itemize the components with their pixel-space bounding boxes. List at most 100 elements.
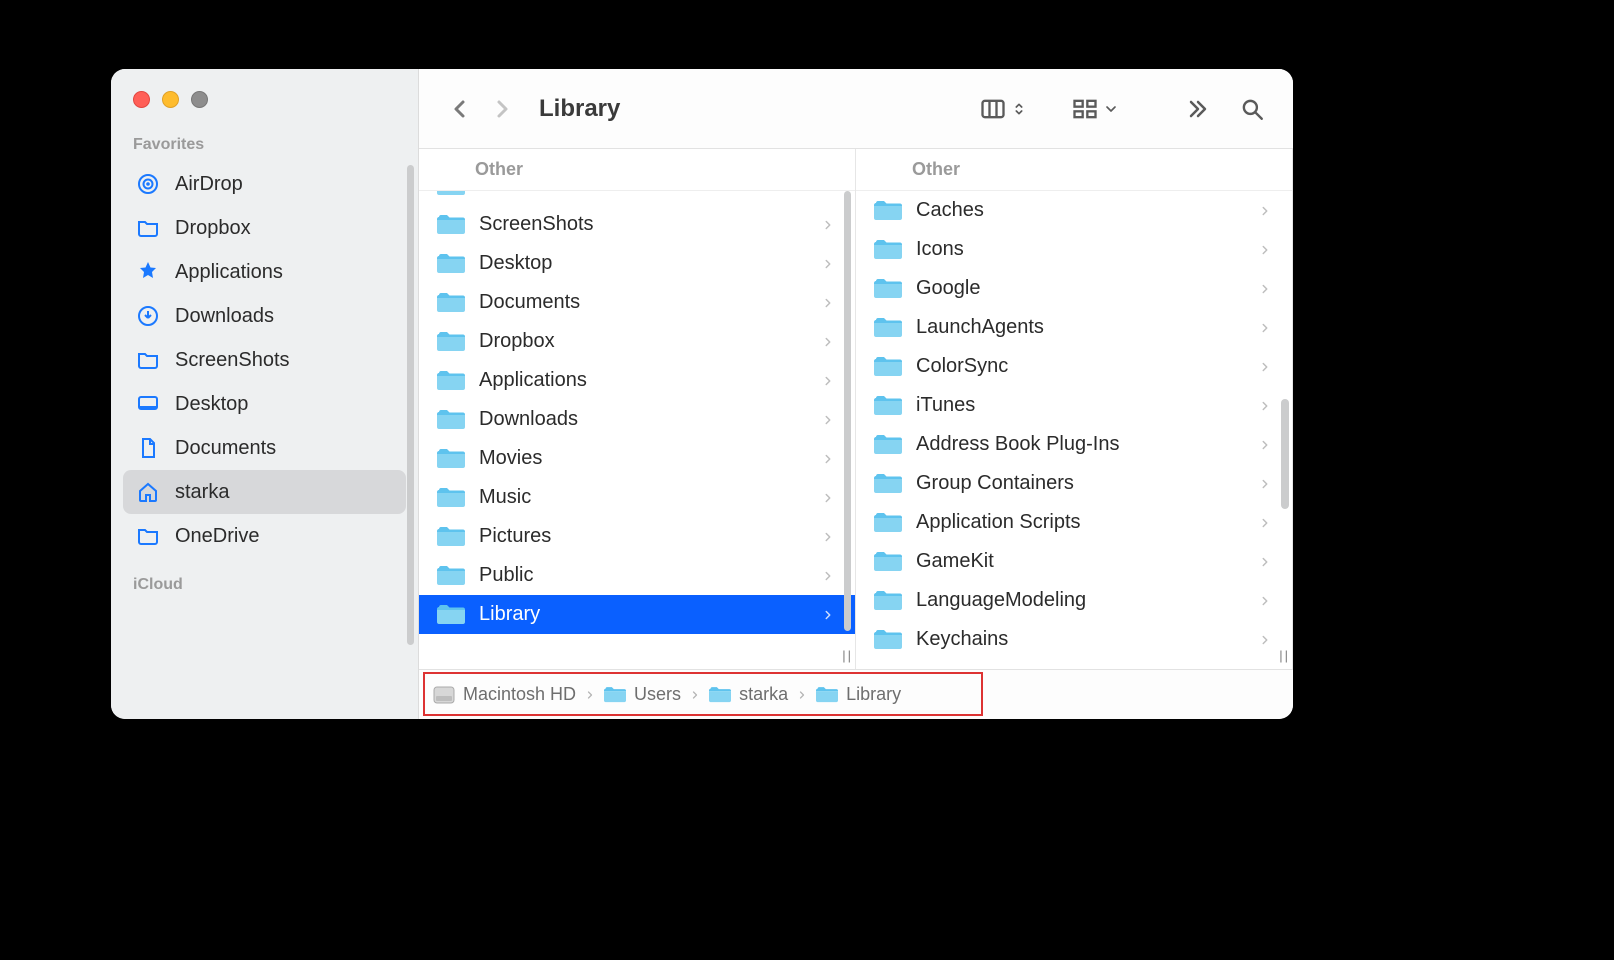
sidebar-item-downloads[interactable]: Downloads xyxy=(123,294,406,338)
folder-row[interactable]: Application Scripts xyxy=(856,503,1292,542)
sidebar-item-label: starka xyxy=(175,481,229,504)
column-1: OtherCachesIcons Google LaunchAgentsColorS… xyxy=(856,149,1293,669)
chevron-right-icon xyxy=(821,257,835,271)
group-by-button[interactable] xyxy=(1071,95,1119,123)
folder-row[interactable]: Pictures xyxy=(419,517,855,556)
chevron-right-icon xyxy=(1258,282,1272,296)
folder-icon xyxy=(135,215,161,241)
folder-row[interactable]: Google xyxy=(856,269,1292,308)
column-resize-handle[interactable]: || xyxy=(842,648,853,663)
folder-row[interactable]: Group Containers xyxy=(856,464,1292,503)
folder-label: GameKit xyxy=(916,550,1244,573)
folder-label: Movies xyxy=(479,447,807,470)
folder-label: Pictures xyxy=(479,525,807,548)
folder-row[interactable]: Downloads xyxy=(419,400,855,439)
breadcrumb-item[interactable]: Library xyxy=(816,684,901,705)
chevron-right-icon xyxy=(1258,321,1272,335)
folder-icon xyxy=(437,214,465,236)
toolbar: Library xyxy=(419,69,1293,149)
download-icon xyxy=(135,303,161,329)
folder-row[interactable]: Documents xyxy=(419,283,855,322)
main-scrollbar[interactable] xyxy=(1281,399,1289,509)
column-header: Other xyxy=(856,149,1292,191)
sidebar-item-documents[interactable]: Documents xyxy=(123,426,406,470)
window-controls xyxy=(111,69,418,118)
folder-row[interactable]: ScreenShots xyxy=(419,205,855,244)
folder-label: Application Scripts xyxy=(916,511,1244,534)
folder-row[interactable]: Applications xyxy=(419,361,855,400)
folder-label: LanguageModeling xyxy=(916,589,1244,612)
chevron-right-icon xyxy=(1258,516,1272,530)
sidebar-item-onedrive[interactable]: OneDrive xyxy=(123,514,406,558)
folder-row[interactable]: Dropbox xyxy=(419,322,855,361)
breadcrumb-label: Users xyxy=(634,684,681,705)
folder-label: Address Book Plug-Ins xyxy=(916,433,1244,456)
view-mode-button[interactable] xyxy=(979,95,1027,123)
folder-row[interactable]: Music xyxy=(419,478,855,517)
path-bar: Macintosh HD Users starka Library xyxy=(419,669,1293,719)
sidebar-item-airdrop[interactable]: AirDrop xyxy=(123,162,406,206)
columns-view: OtherOneDrive ScreenShots DesktopDocuments… xyxy=(419,149,1293,669)
sidebar-item-desktop[interactable]: Desktop xyxy=(123,382,406,426)
sidebar-item-label: Dropbox xyxy=(175,217,251,240)
folder-row[interactable]: iTunes xyxy=(856,386,1292,425)
chevron-right-icon xyxy=(821,296,835,310)
sidebar-item-label: ScreenShots xyxy=(175,349,290,372)
folder-row[interactable]: Icons xyxy=(856,230,1292,269)
sidebar-item-starka[interactable]: starka xyxy=(123,470,406,514)
folder-row[interactable]: Address Book Plug-Ins xyxy=(856,425,1292,464)
folder-icon xyxy=(604,686,626,704)
folder-row[interactable]: Library xyxy=(419,595,855,634)
chevron-right-icon xyxy=(821,218,835,232)
folder-icon xyxy=(437,191,465,197)
folder-row[interactable]: LanguageModeling xyxy=(856,581,1292,620)
breadcrumb-item[interactable]: Users xyxy=(604,684,681,705)
folder-row[interactable]: Movies xyxy=(419,439,855,478)
folder-icon xyxy=(874,434,902,456)
folder-row[interactable]: ColorSync xyxy=(856,347,1292,386)
chevron-right-icon xyxy=(821,374,835,388)
column-resize-handle[interactable]: || xyxy=(1279,648,1290,663)
minimize-window-button[interactable] xyxy=(162,91,179,108)
close-window-button[interactable] xyxy=(133,91,150,108)
folder-icon xyxy=(816,686,838,704)
zoom-window-button[interactable] xyxy=(191,91,208,108)
disk-icon xyxy=(433,686,455,704)
window-title: Library xyxy=(539,95,620,123)
back-button[interactable] xyxy=(443,92,477,126)
home-icon xyxy=(135,479,161,505)
chevron-right-icon xyxy=(1258,438,1272,452)
folder-row[interactable]: Public xyxy=(419,556,855,595)
chevron-right-icon xyxy=(821,569,835,583)
breadcrumb-item[interactable]: starka xyxy=(709,684,788,705)
sidebar-item-label: Applications xyxy=(175,261,283,284)
folder-row[interactable]: LaunchAgents xyxy=(856,308,1292,347)
folder-row[interactable]: Caches xyxy=(856,191,1292,230)
folder-icon xyxy=(135,523,161,549)
breadcrumb-item[interactable]: Macintosh HD xyxy=(433,684,576,705)
folder-row[interactable]: GameKit xyxy=(856,542,1292,581)
column-scrollbar[interactable] xyxy=(844,191,851,631)
column-header: Other xyxy=(419,149,855,191)
sidebar-item-screenshots[interactable]: ScreenShots xyxy=(123,338,406,382)
search-button[interactable] xyxy=(1235,92,1269,126)
folder-label: Public xyxy=(479,564,807,587)
folder-icon xyxy=(874,473,902,495)
desktop-icon xyxy=(135,391,161,417)
forward-button[interactable] xyxy=(485,92,519,126)
folder-icon xyxy=(874,317,902,339)
folder-icon xyxy=(437,370,465,392)
folder-row[interactable]: Desktop xyxy=(419,244,855,283)
chevron-right-icon xyxy=(821,413,835,427)
sidebar-item-dropbox[interactable]: Dropbox xyxy=(123,206,406,250)
folder-row[interactable]: Keychains xyxy=(856,620,1292,659)
sidebar-item-applications[interactable]: Applications xyxy=(123,250,406,294)
sidebar-scrollbar[interactable] xyxy=(407,165,414,645)
folder-row[interactable]: OneDrive xyxy=(419,191,855,205)
toolbar-overflow-button[interactable] xyxy=(1185,97,1209,121)
folder-icon xyxy=(437,448,465,470)
folder-label: ScreenShots xyxy=(479,213,807,236)
folder-label: Google xyxy=(916,277,1244,300)
finder-window: FavoritesAirDropDropboxApplicationsDownl… xyxy=(111,69,1293,719)
sidebar-item-label: Documents xyxy=(175,437,276,460)
